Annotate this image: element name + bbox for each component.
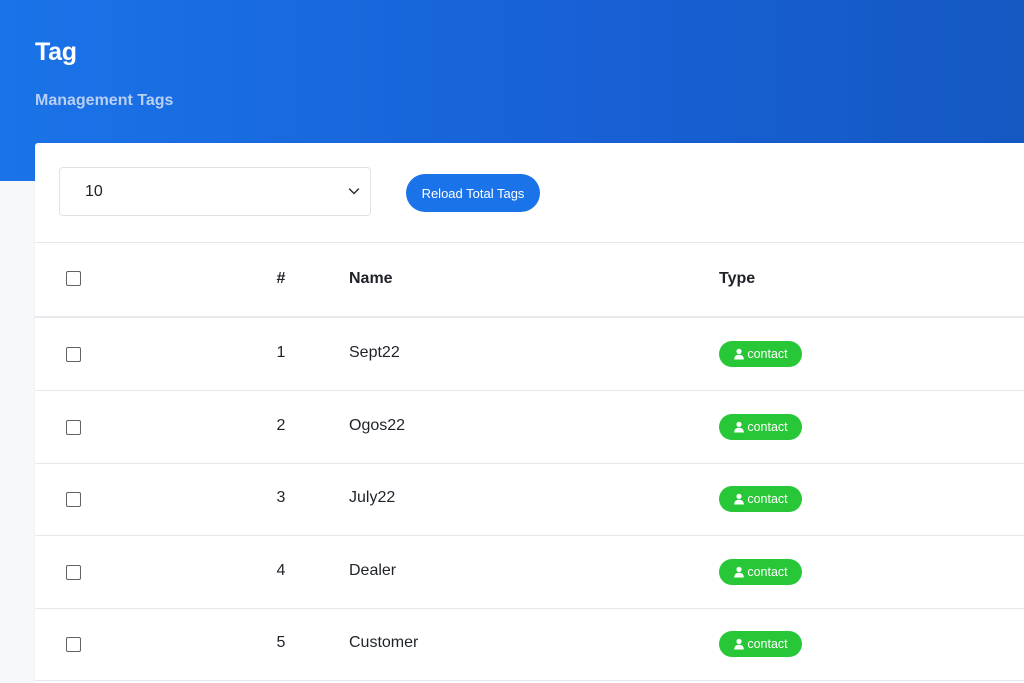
type-badge-label: contact [747,419,788,434]
page-size-value: 10 [85,182,103,200]
column-header-number: # [276,270,286,287]
user-icon [734,566,745,577]
type-badge-label: contact [747,492,788,506]
page-size-select[interactable]: 10 [59,167,371,216]
tag-name: July22 [349,489,396,506]
tag-name: Sept22 [349,344,400,361]
table-row: 2 Ogos22 contact [35,391,1024,463]
row-checkbox[interactable] [66,347,81,362]
type-badge-label: contact [747,637,788,651]
row-number: 5 [276,634,286,651]
page-subtitle: Management Tags [35,92,174,109]
tags-card: 10 Reload Total Tags # Name Type 1 Sept22… [35,143,1024,683]
column-header-name: Name [349,270,393,287]
table-row: 1 Sept22 contact [35,318,1024,390]
row-checkbox[interactable] [66,419,81,435]
tag-name: Dealer [349,561,397,579]
user-icon [734,348,745,360]
table-header: # Name Type [35,244,1024,316]
user-icon [734,421,745,432]
type-badge: contact [719,558,802,585]
table-row: 5 Customer contact [35,608,1024,680]
user-icon [734,493,745,505]
divider [35,680,1024,681]
row-checkbox[interactable] [66,637,81,652]
tag-name: Customer [349,634,419,651]
row-number: 2 [276,416,286,434]
type-badge: contact [719,486,802,512]
type-badge-label: contact [747,347,788,361]
divider [35,242,1024,243]
chevron-down-icon [348,188,360,195]
select-all-checkbox[interactable] [66,271,81,286]
row-checkbox[interactable] [66,564,81,580]
type-badge: contact [719,413,802,440]
table-row: 4 Dealer contact [35,536,1024,608]
reload-total-tags-button[interactable]: Reload Total Tags [406,174,540,212]
row-number: 3 [276,489,286,506]
row-checkbox[interactable] [66,492,81,507]
row-number: 4 [276,561,286,579]
column-header-type: Type [719,270,756,287]
tag-name: Ogos22 [349,416,406,434]
type-badge: contact [719,341,802,367]
type-badge: contact [719,631,802,657]
table-row: 3 July22 contact [35,463,1024,535]
type-badge-label: contact [747,564,788,579]
row-number: 1 [276,344,286,361]
user-icon [734,638,745,650]
page-title: Tag [35,38,77,66]
